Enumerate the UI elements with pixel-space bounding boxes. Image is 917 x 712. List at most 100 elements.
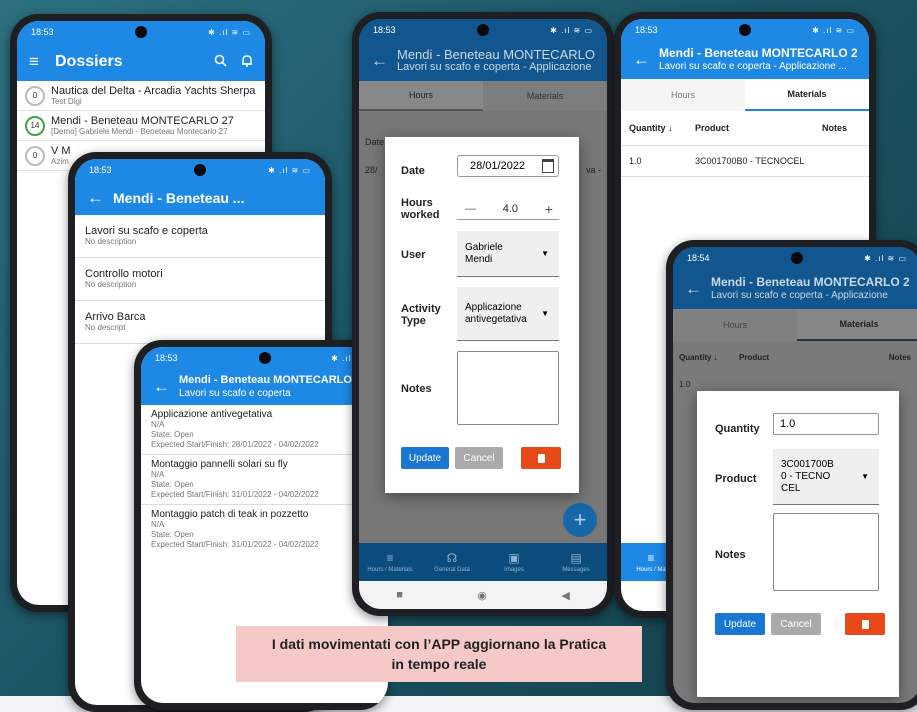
table-row[interactable]: 1.0 3C001700B0 - TECNOCEL bbox=[621, 146, 869, 177]
list-item[interactable]: Arrivo Barca No descript bbox=[75, 301, 325, 344]
plus-button[interactable]: + bbox=[545, 201, 553, 217]
calendar-icon[interactable] bbox=[542, 159, 554, 173]
camera-icon bbox=[791, 252, 803, 264]
delete-button[interactable] bbox=[521, 447, 561, 469]
page-title: Dossiers bbox=[55, 53, 123, 70]
cell-product: 3C001700B0 - TECNOCEL bbox=[695, 156, 805, 166]
cancel-button[interactable]: Cancel bbox=[771, 613, 821, 635]
status-time: 18:53 bbox=[373, 25, 396, 35]
status-time: 18:53 bbox=[31, 27, 54, 37]
list-check-icon: ≡ bbox=[386, 551, 394, 565]
nav-label: Images bbox=[504, 567, 524, 573]
back-arrow-icon[interactable]: ← bbox=[685, 279, 711, 299]
list-item[interactable]: 14 Mendi - Beneteau MONTECARLO 27 [Demo]… bbox=[17, 111, 265, 141]
system-navbar: ■ ◉ ◀ bbox=[359, 581, 607, 609]
notes-label: Notes bbox=[715, 549, 746, 561]
search-icon[interactable] bbox=[214, 54, 227, 70]
col-notes: Notes bbox=[888, 353, 911, 362]
materials-appbar: ← Mendi - Beneteau MONTECARLO 27 Lavori … bbox=[621, 41, 869, 79]
tab-hours[interactable]: Hours bbox=[359, 81, 483, 111]
activity-na: N/A bbox=[151, 420, 165, 429]
nav-label: Hours / Materials bbox=[367, 567, 413, 573]
item-sub: No description bbox=[85, 237, 137, 246]
hours-screen: 18:53 ✱ .ıl ≋ ▭ ← Mendi - Beneteau MONTE… bbox=[359, 19, 607, 609]
nav-label: General Data bbox=[434, 567, 470, 573]
delete-button[interactable] bbox=[845, 613, 885, 635]
activity-type-label: Activity Type bbox=[401, 303, 441, 327]
hours-label: Hours worked bbox=[401, 197, 440, 221]
back-arrow-icon[interactable]: ← bbox=[87, 188, 113, 208]
status-time: 18:53 bbox=[635, 25, 658, 35]
back-arrow-icon[interactable]: ← bbox=[371, 51, 397, 71]
tab-hours[interactable]: Hours bbox=[621, 79, 745, 111]
back-arrow-icon[interactable]: ← bbox=[153, 377, 179, 397]
notes-textarea[interactable] bbox=[773, 513, 879, 591]
nav-label: Hours / Ma bbox=[636, 567, 666, 573]
update-button[interactable]: Update bbox=[715, 613, 765, 635]
col-quantity: Quantity ↓ bbox=[679, 353, 718, 362]
list-item[interactable]: Montaggio patch di teak in pozzetto N/A … bbox=[141, 505, 388, 554]
dossier-name: Nautica del Delta - Arcadia Yachts Sherp… bbox=[51, 85, 256, 97]
list-item[interactable]: Applicazione antivegetativa N/A State: O… bbox=[141, 405, 388, 455]
page-title: Mendi - Beneteau MONTECARLO 2 bbox=[179, 374, 362, 386]
back-arrow-icon[interactable]: ← bbox=[633, 50, 659, 70]
page-title: Mendi - Beneteau MONTECARLO 27 bbox=[711, 276, 909, 289]
hours-stepper[interactable]: — 4.0 + bbox=[457, 199, 559, 220]
dossier-sub: Test Digi bbox=[51, 97, 82, 106]
user-select[interactable]: Gabriele Mendi ▼ bbox=[457, 231, 559, 277]
status-bar: 18:53 ✱ .ıl ≋ ▭ bbox=[141, 347, 388, 369]
product-select[interactable]: 3C001700B0 - TECNOCEL ▼ bbox=[773, 449, 879, 505]
list-item[interactable]: Controllo motori No description bbox=[75, 258, 325, 301]
date-label: Date bbox=[401, 165, 425, 177]
home-icon[interactable]: ◉ bbox=[477, 589, 487, 602]
quantity-value: 1.0 bbox=[780, 418, 796, 430]
nav-general-data[interactable]: ☊ General Data bbox=[421, 543, 483, 581]
progress-badge: 14 bbox=[25, 115, 45, 136]
notes-textarea[interactable] bbox=[457, 351, 559, 425]
dropdown-caret-icon: ▼ bbox=[541, 249, 549, 258]
item-name: Arrivo Barca bbox=[85, 311, 146, 323]
row-tail-peek: va - bbox=[585, 165, 601, 175]
quantity-field[interactable]: 1.0 bbox=[773, 413, 879, 435]
menu-icon[interactable]: ≡ bbox=[29, 52, 55, 72]
date-field[interactable]: 28/01/2022 bbox=[457, 155, 559, 177]
tab-materials[interactable]: Materials bbox=[483, 81, 607, 111]
nav-hours-materials[interactable]: ≡ Hours / Materials bbox=[359, 543, 421, 581]
activity-type-select[interactable]: Applicazione antivegetativa ▼ bbox=[457, 287, 559, 341]
item-name: Lavori su scafo e coperta bbox=[85, 225, 208, 237]
col-product: Product bbox=[739, 353, 770, 362]
page-subtitle: Lavori su scafo e coperta - Applicazione… bbox=[659, 61, 847, 72]
activity-na: N/A bbox=[151, 470, 165, 479]
recents-icon[interactable]: ■ bbox=[396, 589, 403, 601]
item-sub: No descript bbox=[85, 323, 126, 332]
nav-images[interactable]: ▣ Images bbox=[483, 543, 545, 581]
status-bar: 18:54 ✱ .ıl ≋ ▭ bbox=[673, 247, 917, 269]
date-value: 28/01/2022 bbox=[470, 160, 526, 172]
activities-appbar: ← Mendi - Beneteau MONTECARLO 2 Lavori s… bbox=[141, 369, 388, 405]
update-button[interactable]: Update bbox=[401, 447, 449, 469]
activity-name: Applicazione antivegetativa bbox=[151, 409, 273, 420]
bell-icon[interactable] bbox=[241, 54, 253, 70]
image-icon: ▣ bbox=[508, 551, 520, 565]
tab-hours[interactable]: Hours bbox=[673, 309, 797, 341]
back-icon[interactable]: ◀ bbox=[561, 589, 569, 602]
nav-messages[interactable]: ▤ Messages bbox=[545, 543, 607, 581]
col-quantity[interactable]: Quantity ↓ bbox=[629, 123, 695, 133]
page-title: Mendi - Beneteau MONTECARLO 27 bbox=[659, 47, 857, 60]
fab-add[interactable]: + bbox=[563, 503, 597, 537]
tab-materials[interactable]: Materials bbox=[745, 79, 869, 111]
tab-bar: Hours Materials bbox=[359, 81, 607, 111]
hours-value: 4.0 bbox=[502, 203, 519, 215]
list-item[interactable]: Lavori su scafo e coperta No description bbox=[75, 215, 325, 258]
status-icons: ✱ .ıl ≋ ▭ bbox=[864, 253, 907, 263]
list-item[interactable]: Montaggio pannelli solari su fly N/A Sta… bbox=[141, 455, 388, 505]
page-subtitle: Lavori su scafo e coperta bbox=[179, 388, 291, 399]
tab-materials[interactable]: Materials bbox=[797, 309, 917, 341]
status-icons: ✱ .ıl ≋ ▭ bbox=[268, 165, 311, 175]
minus-button[interactable]: — bbox=[465, 203, 476, 215]
activity-dates: Expected Start/Finish: 31/01/2022 - 04/0… bbox=[151, 490, 319, 499]
quantity-label: Quantity bbox=[715, 423, 760, 435]
list-item[interactable]: 0 Nautica del Delta - Arcadia Yachts She… bbox=[17, 81, 265, 111]
cancel-button[interactable]: Cancel bbox=[455, 447, 503, 469]
camera-icon bbox=[135, 26, 147, 38]
